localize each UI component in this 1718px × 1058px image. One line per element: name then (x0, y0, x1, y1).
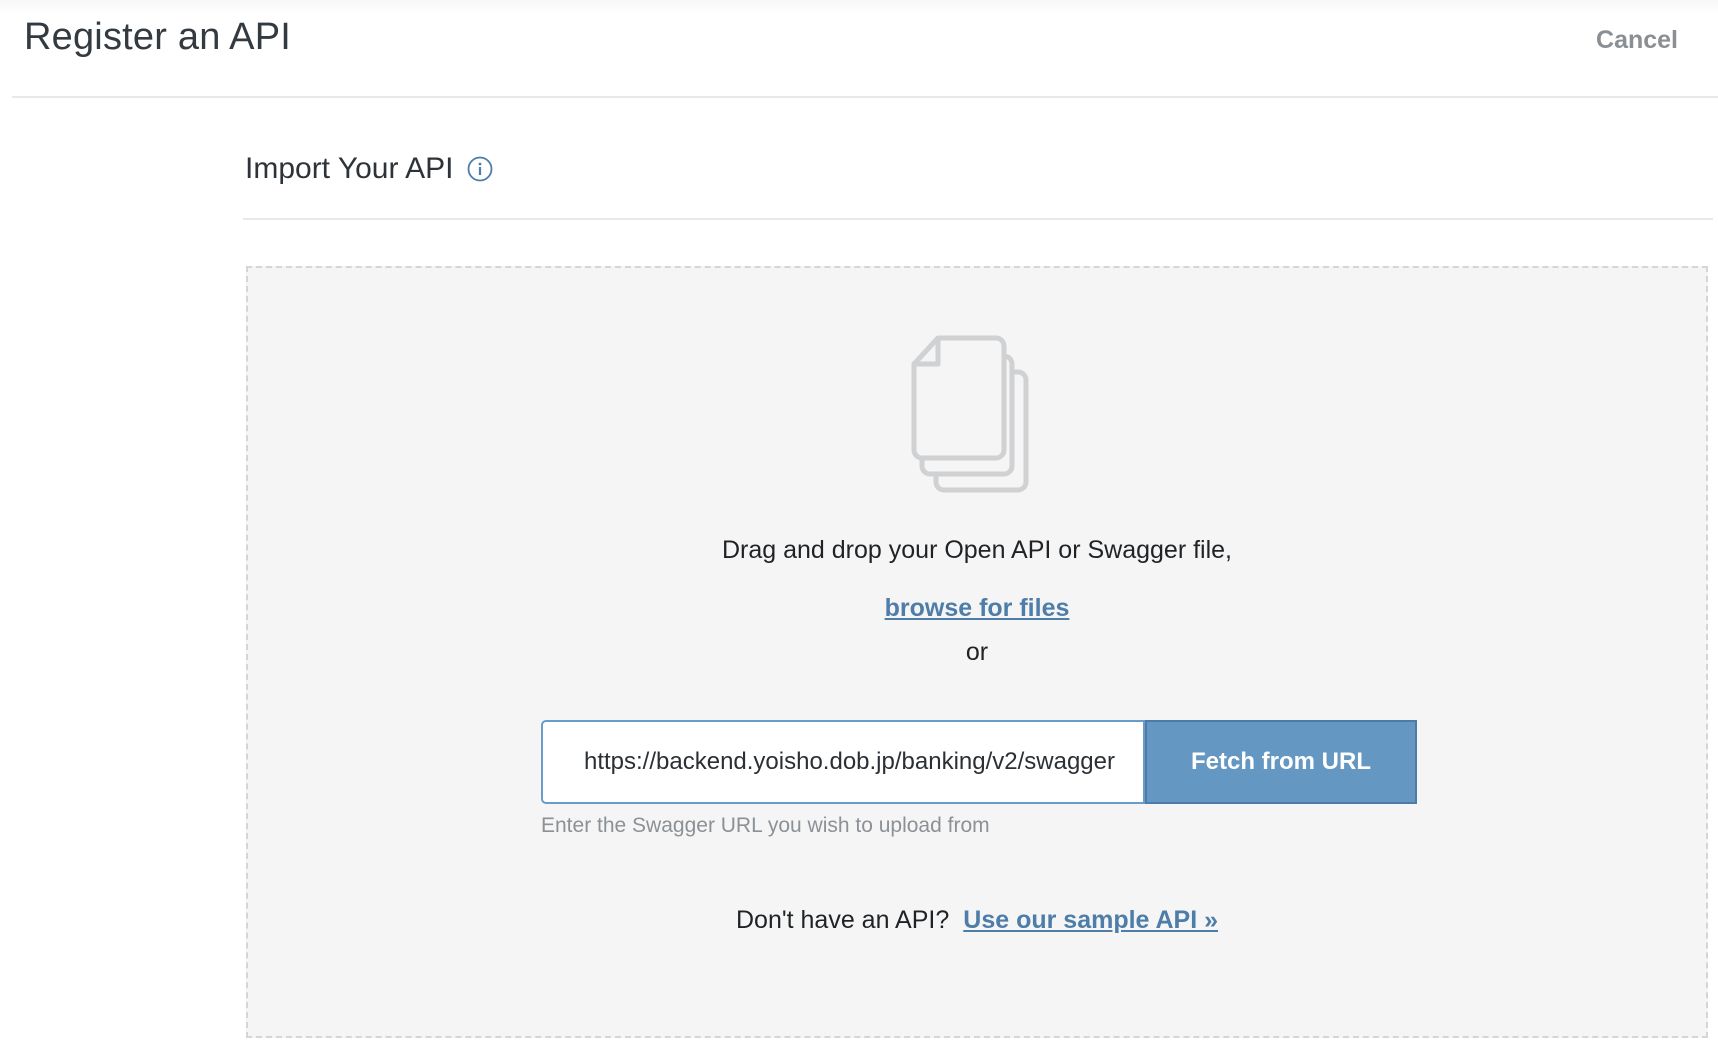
or-separator: or (965, 638, 989, 666)
section-divider (243, 218, 1713, 220)
register-api-page: Register an API Cancel Import Your API D… (0, 0, 1718, 1058)
info-icon[interactable] (467, 156, 493, 182)
cancel-button[interactable]: Cancel (1596, 26, 1678, 55)
url-fetch-row: Fetch from URL (541, 720, 1417, 804)
swagger-url-input[interactable] (541, 720, 1145, 804)
file-dropzone[interactable]: Drag and drop your Open API or Swagger f… (246, 266, 1708, 1038)
files-icon (911, 335, 1029, 493)
sample-api-row: Don't have an API? Use our sample API » (248, 906, 1706, 935)
sample-api-link[interactable]: Use our sample API » (963, 906, 1218, 934)
url-input-hint: Enter the Swagger URL you wish to upload… (541, 814, 990, 837)
section-header: Import Your API (245, 152, 493, 186)
section-title: Import Your API (245, 152, 454, 185)
fetch-from-url-button[interactable]: Fetch from URL (1145, 720, 1417, 804)
browse-files-row: browse for files (248, 594, 1706, 623)
top-bar: Register an API Cancel (0, 0, 1718, 96)
page-title: Register an API (24, 16, 292, 58)
browse-files-link[interactable]: browse for files (885, 594, 1070, 622)
no-api-text: Don't have an API? (736, 906, 950, 934)
drag-drop-text: Drag and drop your Open API or Swagger f… (721, 536, 1232, 564)
header-divider (12, 96, 1718, 98)
